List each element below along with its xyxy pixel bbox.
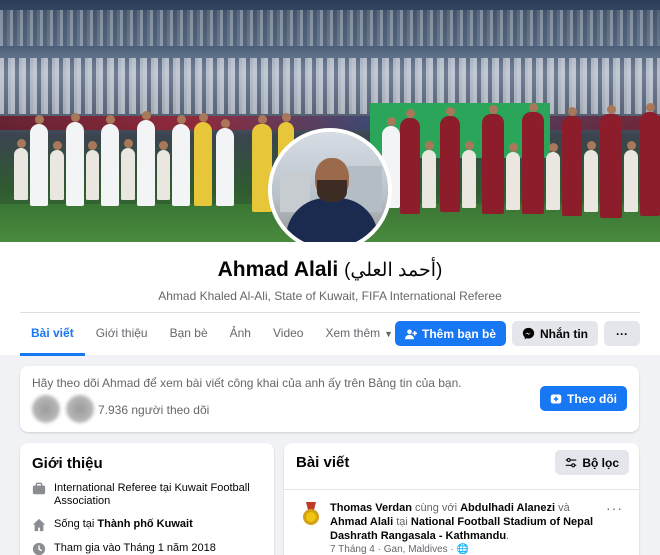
intro-title: Giới thiệu bbox=[32, 455, 103, 472]
posts-title: Bài viết bbox=[296, 454, 350, 471]
tagged-user-link[interactable]: Ahmad Alali bbox=[330, 516, 393, 528]
intro-row-joined: Tham gia vào Tháng 1 năm 2018 bbox=[32, 542, 262, 555]
post-header-text: Thomas Verdan cùng với Abdulhadi Alanezi… bbox=[330, 502, 594, 542]
post-author-link[interactable]: Thomas Verdan bbox=[330, 502, 412, 514]
medal-avatar-icon[interactable] bbox=[300, 502, 322, 526]
caret-down-icon: ▼ bbox=[384, 329, 394, 339]
stadium-stand-lower bbox=[0, 58, 660, 114]
messenger-icon bbox=[522, 327, 535, 340]
tab-photos[interactable]: Ảnh bbox=[219, 314, 262, 354]
divider bbox=[20, 312, 640, 313]
follower-avatar bbox=[32, 395, 60, 423]
post-more-icon[interactable]: ··· bbox=[606, 500, 623, 516]
post-item: Thomas Verdan cùng với Abdulhadi Alanezi… bbox=[284, 489, 639, 555]
add-friend-button[interactable]: Thêm bạn bè bbox=[394, 321, 506, 346]
follow-button[interactable]: Theo dõi bbox=[540, 386, 627, 411]
follow-icon bbox=[550, 394, 562, 403]
filter-icon bbox=[566, 457, 577, 467]
hometown-link[interactable]: Thành phố Kuwait bbox=[97, 518, 192, 530]
stadium-stand-upper bbox=[0, 10, 660, 46]
intro-row-work: International Referee tại Kuwait Footbal… bbox=[32, 482, 262, 508]
clock-icon bbox=[32, 542, 46, 555]
profile-name: Ahmad Alali (أحمد العلي) bbox=[217, 258, 443, 281]
filter-button[interactable]: Bộ lọc bbox=[555, 450, 629, 475]
message-button[interactable]: Nhắn tin bbox=[512, 321, 598, 346]
intro-row-home: Sống tại Thành phố Kuwait bbox=[32, 518, 262, 532]
follow-prompt-card: Hãy theo dõi Ahmad để xem bài viết công … bbox=[20, 366, 639, 432]
tagged-user-link[interactable]: Abdulhadi Alanezi bbox=[460, 502, 555, 514]
profile-tabs: Bài viết Giới thiệu Bạn bè Ảnh Video Xem… bbox=[20, 314, 404, 356]
profile-actions: Thêm bạn bè Nhắn tin ··· bbox=[394, 321, 640, 346]
profile-subtitle: Ahmad Khaled Al-Ali, State of Kuwait, FI… bbox=[158, 289, 502, 303]
follower-avatar bbox=[66, 395, 94, 423]
follower-count[interactable]: 7.936 người theo dõi bbox=[98, 403, 209, 417]
more-options-button[interactable]: ··· bbox=[604, 321, 640, 346]
tab-about[interactable]: Giới thiệu bbox=[85, 314, 159, 354]
follow-prompt-text: Hãy theo dõi Ahmad để xem bài viết công … bbox=[32, 376, 462, 390]
tab-more[interactable]: Xem thêm ▼ bbox=[314, 314, 404, 354]
profile-header: Ahmad Alali (أحمد العلي) Ahmad Khaled Al… bbox=[0, 242, 660, 356]
intro-card: Giới thiệu International Referee tại Kuw… bbox=[20, 443, 274, 555]
profile-avatar[interactable] bbox=[268, 128, 392, 252]
post-meta[interactable]: 7 Tháng 4 · Gan, Maldives · 🌐 bbox=[330, 544, 469, 555]
tab-posts[interactable]: Bài viết bbox=[20, 314, 85, 356]
tab-friends[interactable]: Bạn bè bbox=[159, 314, 219, 354]
posts-card: Bài viết Bộ lọc Thomas Verdan cùng với A… bbox=[284, 443, 639, 555]
add-friend-icon bbox=[404, 329, 417, 339]
profile-alternate-name: (أحمد العلي) bbox=[344, 260, 443, 281]
briefcase-icon bbox=[32, 482, 46, 495]
tab-video[interactable]: Video bbox=[262, 314, 314, 354]
home-icon bbox=[32, 518, 46, 532]
